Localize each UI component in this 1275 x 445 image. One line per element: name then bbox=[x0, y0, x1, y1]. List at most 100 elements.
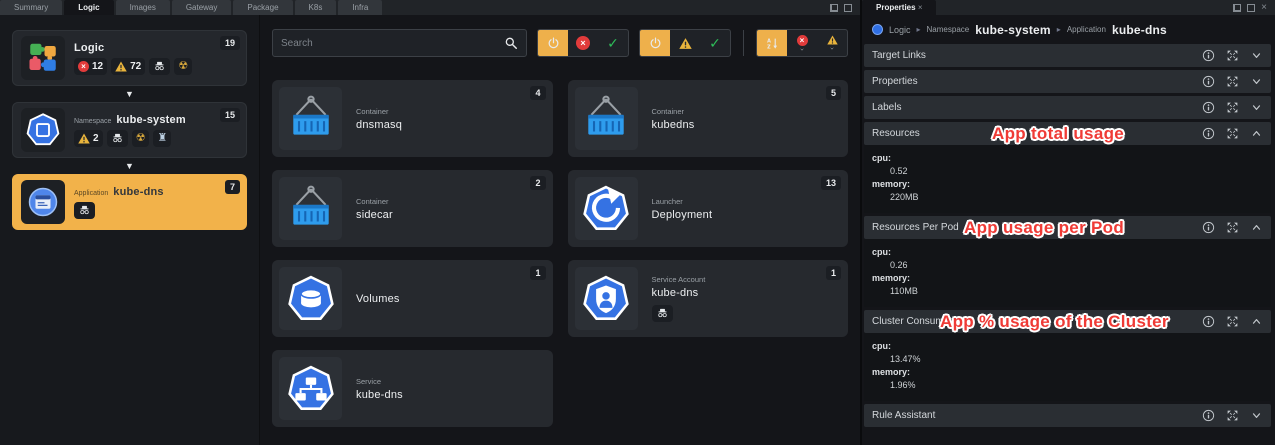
card-name: Deployment bbox=[651, 208, 713, 221]
sort-az-icon bbox=[766, 37, 779, 50]
card-service-kube-dns[interactable]: Service kube-dns bbox=[272, 350, 553, 427]
info-icon[interactable] bbox=[1202, 409, 1215, 422]
expand-icon[interactable] bbox=[1226, 315, 1239, 328]
breadcrumb-application[interactable]: kube-dns bbox=[1112, 23, 1167, 37]
tree-node-namespace-kube-system[interactable]: 15 Namespace kube-system 2 ☢ ♜ bbox=[12, 102, 247, 158]
section-header[interactable]: Labels bbox=[864, 96, 1271, 119]
maximize-window-icon[interactable] bbox=[1247, 3, 1256, 12]
section-header[interactable]: Rule Assistant bbox=[864, 404, 1271, 427]
section-target-links: Target Links bbox=[864, 44, 1271, 67]
chevron-down-icon[interactable] bbox=[1250, 101, 1263, 114]
warning-count-chip[interactable]: 72 bbox=[111, 57, 146, 75]
incognito-icon bbox=[656, 307, 669, 320]
container-icon bbox=[279, 177, 342, 240]
radiation-chip[interactable]: ☢ bbox=[131, 129, 150, 147]
close-tab-icon[interactable]: × bbox=[918, 3, 923, 12]
ok-filter-button[interactable]: ✓ bbox=[700, 30, 730, 56]
section-header[interactable]: Cluster Consumption App % usage of the C… bbox=[864, 310, 1271, 333]
tab-gateway[interactable]: Gateway bbox=[171, 0, 232, 15]
expand-icon[interactable] bbox=[1226, 75, 1239, 88]
warning-filter-button[interactable] bbox=[670, 30, 700, 56]
card-container-sidecar[interactable]: 2 Container sidecar bbox=[272, 170, 553, 247]
logic-tree-sidebar: 19 Logic × 12 72 ☢ ▼ 15 Namespace kube-s… bbox=[0, 15, 260, 445]
sort-by-errors-button[interactable]: × bbox=[787, 30, 817, 56]
logic-root-icon[interactable] bbox=[872, 24, 883, 35]
info-icon[interactable] bbox=[1202, 315, 1215, 328]
section-header[interactable]: Properties bbox=[864, 70, 1271, 93]
spy-chip[interactable] bbox=[74, 201, 95, 219]
chevron-up-icon[interactable] bbox=[1250, 221, 1263, 234]
section-resources: Resources App total usage cpu: 0.52 memo… bbox=[864, 122, 1271, 213]
section-body: cpu: 13.47% memory: 1.96% bbox=[864, 333, 1271, 401]
tree-connector-triangle: ▼ bbox=[125, 89, 134, 99]
card-volumes[interactable]: 1 Volumes bbox=[272, 260, 553, 337]
card-name: Volumes bbox=[356, 292, 400, 305]
rook-chip[interactable]: ♜ bbox=[153, 129, 172, 147]
chevron-up-icon[interactable] bbox=[1250, 127, 1263, 140]
tab-package[interactable]: Package bbox=[233, 0, 293, 15]
warning-count-chip[interactable]: 2 bbox=[74, 129, 103, 147]
info-icon[interactable] bbox=[1202, 75, 1215, 88]
node-name: kube-dns bbox=[113, 185, 164, 198]
info-icon[interactable] bbox=[1202, 127, 1215, 140]
breadcrumb-namespace[interactable]: kube-system bbox=[975, 23, 1051, 37]
tab-images[interactable]: Images bbox=[115, 0, 170, 15]
sort-by-warnings-button[interactable] bbox=[817, 30, 847, 56]
maximize-window-icon[interactable] bbox=[844, 3, 852, 12]
incognito-icon bbox=[78, 204, 91, 217]
expand-icon[interactable] bbox=[1226, 409, 1239, 422]
spy-chip[interactable] bbox=[106, 129, 128, 147]
tab-k8s[interactable]: K8s bbox=[294, 0, 337, 15]
radiation-chip[interactable]: ☢ bbox=[174, 57, 193, 75]
expand-icon[interactable] bbox=[1226, 49, 1239, 62]
section-header[interactable]: Resources Per Pod App usage per Pod bbox=[864, 216, 1271, 239]
chevron-down-icon[interactable] bbox=[1250, 409, 1263, 422]
close-icon[interactable]: × bbox=[1261, 2, 1267, 12]
section-header[interactable]: Target Links bbox=[864, 44, 1271, 67]
expand-icon[interactable] bbox=[1226, 127, 1239, 140]
expand-icon[interactable] bbox=[1226, 221, 1239, 234]
radiation-icon: ☢ bbox=[178, 59, 189, 72]
ok-filter-button[interactable]: ✓ bbox=[598, 30, 628, 56]
tab-summary[interactable]: Summary bbox=[0, 0, 63, 15]
tree-node-logic[interactable]: 19 Logic × 12 72 ☢ bbox=[12, 30, 247, 86]
section-body: cpu: 0.52 memory: 220MB bbox=[864, 145, 1271, 213]
panel-window-controls: × bbox=[1225, 0, 1275, 15]
node-name: kube-system bbox=[116, 113, 186, 126]
section-header[interactable]: Resources App total usage bbox=[864, 122, 1271, 145]
warning-icon bbox=[827, 35, 838, 45]
tree-node-application-kube-dns[interactable]: 7 Application kube-dns bbox=[12, 174, 247, 230]
spy-chip[interactable] bbox=[149, 57, 171, 75]
error-filter-button[interactable]: × bbox=[568, 30, 598, 56]
cpu-value: 13.47% bbox=[890, 354, 921, 364]
spy-chip[interactable] bbox=[651, 305, 673, 322]
tab-properties[interactable]: Properties × bbox=[862, 0, 937, 15]
power-filter-button[interactable] bbox=[640, 30, 670, 56]
float-window-icon[interactable] bbox=[1233, 3, 1242, 12]
power-filter-button[interactable] bbox=[538, 30, 568, 56]
info-icon[interactable] bbox=[1202, 221, 1215, 234]
card-service-account-kube-dns[interactable]: 1 Service Account kube-dns bbox=[567, 260, 848, 337]
breadcrumb-root[interactable]: Logic bbox=[889, 25, 911, 35]
tab-logic[interactable]: Logic bbox=[64, 0, 114, 15]
card-container-dnsmasq[interactable]: 4 Container dnsmasq bbox=[272, 80, 553, 157]
card-name: dnsmasq bbox=[356, 118, 403, 131]
info-icon[interactable] bbox=[1202, 49, 1215, 62]
card-container-kubedns[interactable]: 5 Container kubedns bbox=[567, 80, 848, 157]
tab-infra[interactable]: Infra bbox=[338, 0, 383, 15]
chevron-down-icon[interactable] bbox=[1250, 49, 1263, 62]
card-count-badge: 2 bbox=[530, 176, 546, 190]
error-count-chip[interactable]: × 12 bbox=[74, 57, 108, 75]
section-resources-per-pod: Resources Per Pod App usage per Pod cpu:… bbox=[864, 216, 1271, 307]
card-type-label: Container bbox=[356, 106, 389, 116]
expand-icon[interactable] bbox=[1226, 101, 1239, 114]
tree-connector-triangle: ▼ bbox=[125, 161, 134, 171]
search-input[interactable] bbox=[281, 37, 504, 49]
breadcrumb: Logic ▸ Namespace kube-system ▸ Applicat… bbox=[862, 15, 1275, 44]
info-icon[interactable] bbox=[1202, 101, 1215, 114]
card-launcher-deployment[interactable]: 13 Launcher Deployment bbox=[567, 170, 848, 247]
sort-az-button[interactable] bbox=[757, 30, 787, 56]
float-window-icon[interactable] bbox=[830, 3, 838, 12]
chevron-down-icon[interactable] bbox=[1250, 75, 1263, 88]
chevron-up-icon[interactable] bbox=[1250, 315, 1263, 328]
